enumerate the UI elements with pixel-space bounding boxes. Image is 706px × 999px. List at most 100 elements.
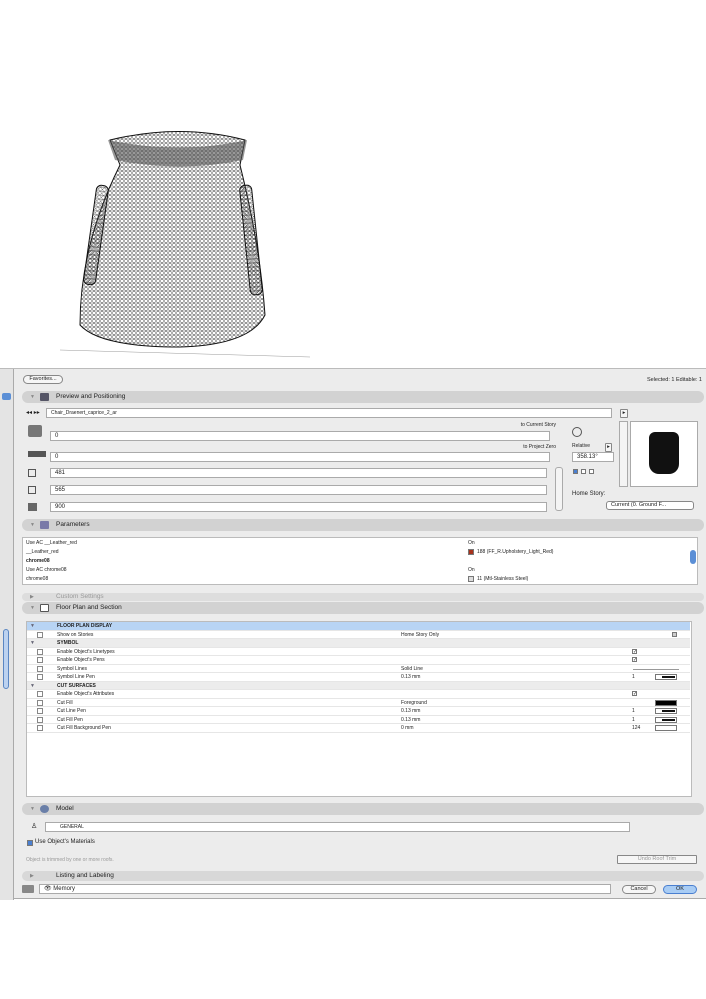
chair-wireframe-view	[60, 131, 311, 358]
roof-trim-note: Object is trimmed by one or more roofs.	[26, 857, 114, 863]
row-icon	[37, 716, 43, 723]
nav-arrows-icon[interactable]: ◂◂ ▸▸	[26, 409, 40, 416]
layer-icon	[22, 885, 34, 893]
row-label: SYMBOL	[57, 640, 79, 646]
floor-plan-row[interactable]: ▼ SYMBOL	[27, 639, 690, 648]
mirror-y-button[interactable]	[589, 469, 594, 474]
material-swatch	[468, 576, 474, 582]
elevation-story-field[interactable]: 0	[50, 431, 550, 441]
pen-swatch[interactable]	[655, 708, 677, 714]
section-header-model[interactable]: ▼ Model	[22, 803, 704, 815]
floor-plan-icon	[40, 604, 49, 612]
expand-triangle-icon[interactable]: ▼	[30, 682, 35, 690]
row-icon	[37, 631, 43, 638]
floor-plan-row[interactable]: Cut Fill Foreground	[27, 698, 690, 707]
parameter-row[interactable]: Use AC chrome08 On	[26, 566, 666, 575]
floor-plan-row[interactable]: Symbol Line Pen 0.13 mm 1	[27, 673, 690, 682]
cancel-button[interactable]: Cancel	[622, 885, 656, 894]
row-label: Cut Line Pen	[57, 708, 86, 714]
row-label: Cut Fill	[57, 699, 73, 706]
parameter-value: On	[468, 540, 475, 546]
section-title: Preview and Positioning	[56, 393, 126, 400]
row-value: 0.13 mm	[401, 674, 421, 680]
width-field[interactable]: 481	[50, 468, 547, 478]
section-header-custom-settings[interactable]: ▶ Custom Settings	[22, 593, 704, 601]
floor-plan-row[interactable]: Cut Line Pen 0.13 mm 1	[27, 707, 690, 716]
floor-plan-row[interactable]: Enable Object's Linetypes ✓	[27, 647, 690, 656]
parameter-row[interactable]: Use AC __Leather_red On	[26, 539, 666, 548]
row-checkbox[interactable]: ✓	[632, 657, 637, 663]
depth-field[interactable]: 565	[50, 485, 547, 495]
floor-plan-row[interactable]: Cut Fill Background Pen 0 mm 124	[27, 724, 690, 733]
row-label: Show on Stories	[57, 631, 94, 638]
row-icon	[37, 674, 43, 680]
row-value: Home Story Only	[401, 631, 440, 638]
section-header-parameters[interactable]: ▼ Parameters	[22, 519, 704, 531]
layer-select[interactable]: 👁 Memory	[39, 884, 611, 894]
object-name-field[interactable]: Chair_Draenert_caprice_2_ar	[46, 408, 612, 418]
sidebar-scrollbar[interactable]	[3, 629, 9, 689]
material-field[interactable]: GENERAL	[45, 822, 630, 832]
mirror-x-button[interactable]	[581, 469, 586, 474]
parameter-value: On	[468, 567, 475, 573]
to-project-zero-label[interactable]: to Project Zero	[523, 444, 556, 450]
pen-swatch[interactable]	[655, 725, 677, 731]
chain-link-toggle[interactable]	[555, 467, 563, 511]
section-title: Parameters	[56, 521, 90, 528]
parameters-scrollbar[interactable]	[690, 550, 696, 564]
floor-plan-row[interactable]: Show on Stories Home Story Only	[27, 630, 690, 639]
preview-view-buttons[interactable]	[619, 421, 628, 487]
selection-info: Selected: 1 Editable: 1	[646, 377, 702, 383]
use-materials-label[interactable]: Use Object's Materials	[35, 839, 95, 845]
row-label: Symbol Line Pen	[57, 674, 95, 680]
paintbrush-icon: ♙	[31, 823, 38, 830]
favorites-button[interactable]: Favorites...	[23, 375, 63, 384]
section-header-listing[interactable]: ▶ Listing and Labeling	[22, 871, 704, 881]
to-current-story-label[interactable]: to Current Story	[521, 422, 556, 428]
floor-plan-row[interactable]: Enable Object's Pens ✓	[27, 656, 690, 665]
row-number: 1	[632, 708, 635, 714]
angle-field[interactable]: 358.13°	[572, 452, 614, 462]
expand-triangle-icon[interactable]: ▼	[30, 622, 35, 630]
ok-button[interactable]: OK	[663, 885, 697, 894]
row-label: Cut Fill Background Pen	[57, 725, 111, 731]
parameter-row[interactable]: __Leather_red 188 (FF_R.Upholstery_Light_…	[26, 548, 666, 557]
row-icon	[37, 699, 43, 706]
line-type-swatch	[633, 668, 679, 670]
material-swatch	[468, 549, 474, 555]
floor-plan-row[interactable]: Cut Fill Pen 0.13 mm 1	[27, 715, 690, 724]
row-icon	[37, 691, 43, 697]
mirror-checkbox[interactable]	[573, 469, 578, 474]
sidebar-select[interactable]	[2, 393, 11, 400]
row-checkbox[interactable]: ✓	[632, 691, 637, 697]
depth-icon	[28, 486, 36, 494]
floor-plan-row[interactable]: ▼ CUT SURFACES	[27, 681, 690, 690]
parameter-row[interactable]: chrome08 11 (Mtl-Stainless Steel)	[26, 575, 666, 584]
floor-plan-row[interactable]: Enable Object's Attributes ✓	[27, 690, 690, 699]
rotation-mode[interactable]: Relative	[572, 443, 590, 449]
stories-button[interactable]	[672, 631, 677, 637]
use-materials-checkbox[interactable]	[27, 840, 33, 846]
row-label: CUT SURFACES	[57, 682, 96, 689]
expand-triangle-icon[interactable]: ▼	[30, 639, 35, 647]
project-zero-icon	[28, 451, 46, 457]
object-menu-button[interactable]: ▸	[620, 409, 628, 418]
row-checkbox[interactable]: ✓	[632, 648, 637, 654]
floor-plan-row[interactable]: ▼ FLOOR PLAN DISPLAY	[27, 622, 690, 631]
pen-swatch[interactable]	[655, 674, 677, 680]
floor-plan-row[interactable]: Symbol Lines Solid Line	[27, 664, 690, 673]
parameter-row[interactable]: chrome08	[26, 557, 666, 566]
row-value: 0 mm	[401, 725, 414, 731]
row-label: Symbol Lines	[57, 665, 88, 672]
home-story-select[interactable]: Current (0. Ground F...	[606, 501, 694, 510]
parameter-value: 188 (FF_R.Upholstery_Light_Red)	[477, 549, 554, 555]
elevation-zero-field[interactable]: 0	[50, 452, 550, 462]
parameters-icon	[40, 521, 49, 529]
rotation-mode-button[interactable]: ▸	[605, 443, 612, 452]
undo-roof-trim-button[interactable]: Undo Roof Trim	[617, 855, 697, 864]
section-header-floor-plan[interactable]: ▼ Floor Plan and Section	[22, 602, 704, 614]
fill-swatch[interactable]	[655, 699, 677, 706]
pen-swatch[interactable]	[655, 716, 677, 723]
height-field[interactable]: 900	[50, 502, 547, 512]
section-header-preview[interactable]: ▼ Preview and Positioning	[22, 391, 704, 403]
